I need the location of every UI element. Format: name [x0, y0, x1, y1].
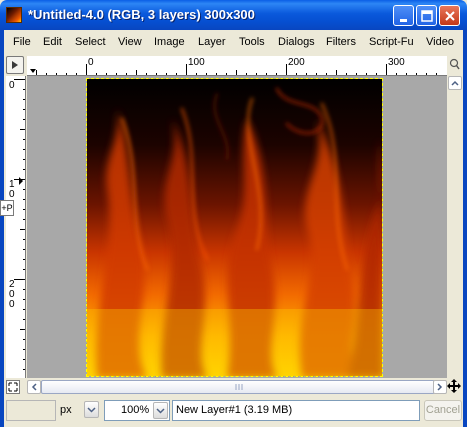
minimize-icon [400, 19, 407, 22]
chevron-down-icon [87, 407, 96, 413]
window-frame-left [0, 30, 4, 427]
menu-select[interactable]: Select [75, 36, 106, 48]
menu-file[interactable]: File [13, 36, 31, 48]
vruler-label-0: 0 [9, 80, 15, 91]
arrow-up-icon [451, 80, 459, 86]
menu-bar: File Edit Select View Image Layer Tools … [4, 30, 463, 54]
close-icon [445, 11, 455, 21]
pointer-coords [6, 400, 56, 421]
window-title: *Untitled-4.0 (RGB, 3 layers) 300x300 [28, 7, 255, 22]
canvas-area[interactable] [27, 76, 447, 378]
scroll-left-button[interactable] [27, 380, 41, 394]
menu-view[interactable]: View [118, 36, 142, 48]
navigate-button[interactable] [6, 380, 20, 394]
unit-value: px [60, 404, 72, 416]
menu-layer[interactable]: Layer [198, 36, 226, 48]
horizontal-ruler[interactable]: 0 100 200 300 [27, 56, 447, 76]
zoom-toggle-button[interactable] [448, 56, 461, 74]
menu-dialogs[interactable]: Dialogs [278, 36, 315, 48]
fire-image[interactable] [86, 78, 383, 377]
scroll-up-button[interactable] [448, 76, 462, 90]
arrow-left-icon [31, 383, 37, 391]
minimize-button[interactable] [393, 5, 414, 26]
magnifier-icon [449, 58, 460, 70]
ruler-label-200: 200 [288, 57, 305, 68]
scroll-right-button[interactable] [433, 380, 447, 394]
navigate-icon [8, 382, 18, 392]
unit-dropdown-button[interactable] [84, 401, 99, 418]
menu-filters[interactable]: Filters [326, 36, 356, 48]
window-frame-right [463, 30, 467, 427]
unit-select[interactable]: px [56, 400, 100, 421]
status-message-field: New Layer#1 (3.19 MB) [172, 400, 420, 421]
vertical-scrollbar[interactable] [448, 76, 462, 378]
menu-edit[interactable]: Edit [43, 36, 62, 48]
horizontal-scrollbar[interactable] [27, 379, 447, 395]
vruler-label-200: 2 0 0 [9, 279, 15, 310]
status-message: New Layer#1 (3.19 MB) [176, 404, 293, 416]
close-button[interactable] [439, 5, 460, 26]
ruler-label-300: 300 [388, 57, 405, 68]
menu-image[interactable]: Image [154, 36, 185, 48]
app-icon [6, 7, 22, 23]
status-bar: px 100% New Layer#1 (3.19 MB) Cancel [4, 398, 463, 426]
menu-tools[interactable]: Tools [239, 36, 265, 48]
pointer-tag: +P [0, 200, 14, 216]
play-arrow-icon [12, 61, 18, 69]
chevron-down-icon [156, 408, 165, 414]
zoom-select[interactable]: 100% [104, 400, 170, 421]
zoom-value: 100% [121, 404, 150, 416]
maximize-icon [421, 10, 433, 22]
vertical-ruler[interactable]: 0 1 0 2 0 0 [6, 76, 26, 378]
arrow-right-icon [437, 383, 443, 391]
title-bar[interactable]: *Untitled-4.0 (RGB, 3 layers) 300x300 [0, 0, 467, 30]
move-arrows-icon[interactable] [446, 378, 462, 394]
horizontal-scroll-thumb[interactable] [41, 380, 435, 394]
grip-icon [235, 384, 243, 390]
zoom-dropdown-button[interactable] [153, 402, 168, 419]
ruler-label-0: 0 [88, 57, 94, 68]
menu-video[interactable]: Video [426, 36, 454, 48]
maximize-button[interactable] [416, 5, 437, 26]
cancel-button[interactable]: Cancel [424, 400, 462, 421]
ruler-label-100: 100 [188, 57, 205, 68]
flame-artwork [87, 79, 382, 376]
menu-script-fu[interactable]: Script-Fu [369, 36, 414, 48]
vruler-label-100: 1 0 [9, 179, 15, 200]
image-menu-button[interactable] [6, 56, 24, 74]
